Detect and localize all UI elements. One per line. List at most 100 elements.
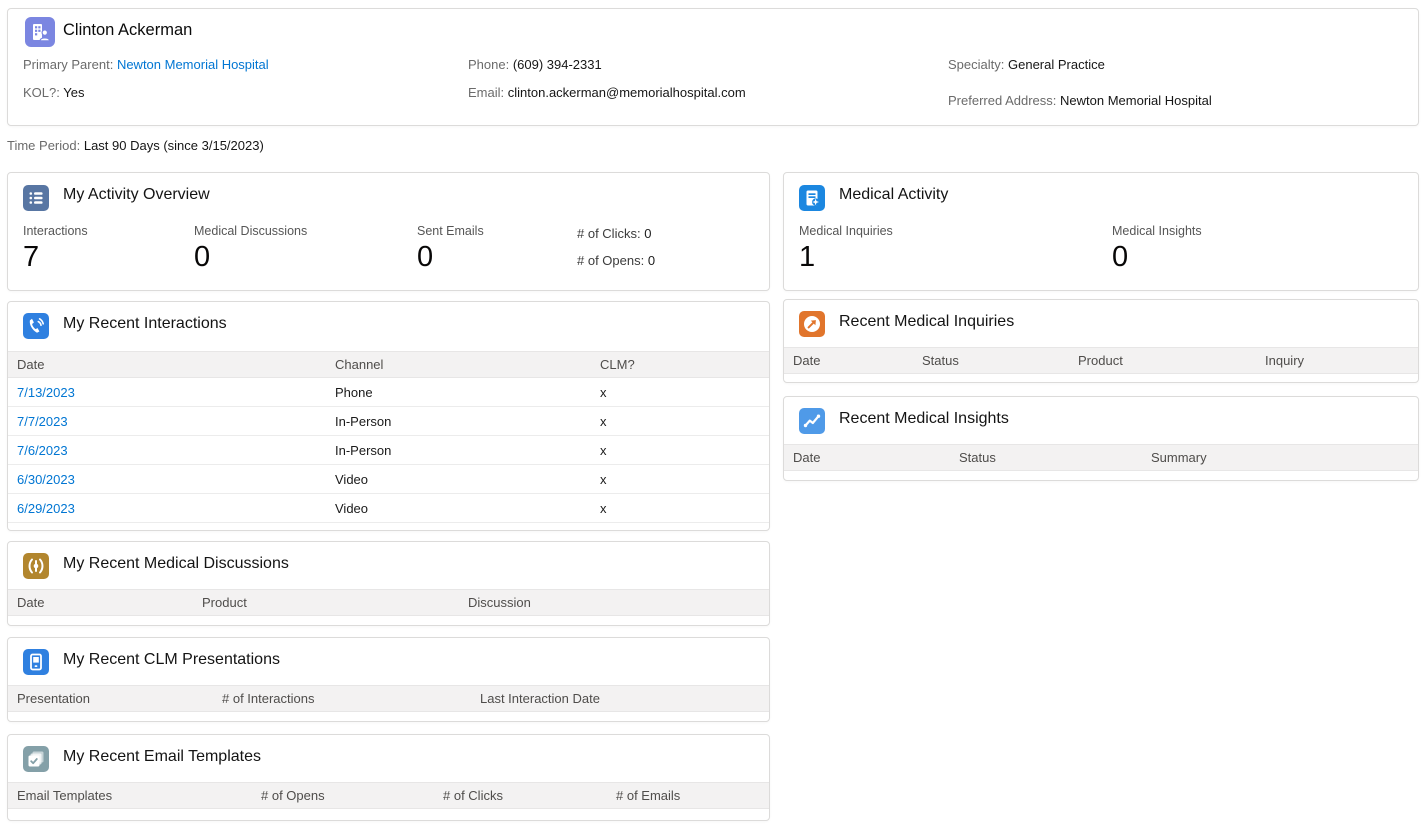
card-title: My Recent Interactions [63, 315, 227, 333]
column-header: Status [950, 445, 1142, 471]
medical-activity-card: Medical Activity Medical Inquiries 1 Med… [783, 172, 1419, 291]
phone-value: (609) 394-2331 [513, 57, 602, 72]
tablet-icon [23, 649, 49, 675]
card-title: Recent Medical Inquiries [839, 313, 1014, 331]
primary-parent-field: Primary Parent: Newton Memorial Hospital [23, 57, 269, 72]
recent-clm-presentations-table: Presentation# of InteractionsLast Intera… [8, 685, 769, 712]
cell: Phone [326, 378, 591, 407]
column-header: Date [8, 590, 193, 616]
column-header: Last Interaction Date [471, 686, 769, 712]
preferred-address-field: Preferred Address: Newton Memorial Hospi… [948, 93, 1212, 108]
table-row: 7/13/2023 Phonex [8, 378, 769, 407]
column-header: # of Emails [607, 783, 769, 809]
column-header: Date [784, 445, 950, 471]
table-row: 7/7/2023In-Personx [8, 407, 769, 436]
column-header: Status [913, 348, 1069, 374]
column-header: Email Templates [8, 783, 252, 809]
time-period: Time Period: Last 90 Days (since 3/15/20… [7, 138, 264, 153]
date-link[interactable]: 6/30/2023 [17, 472, 75, 487]
column-header: Inquiry [1256, 348, 1418, 374]
recent-email-templates-card: My Recent Email Templates Email Template… [7, 734, 770, 821]
kol-field: KOL?: Yes [23, 85, 84, 100]
kol-value: Yes [63, 85, 84, 100]
table-row: 6/30/2023 Videox [8, 465, 769, 494]
card-title: Recent Medical Insights [839, 410, 1009, 428]
column-header: # of Interactions [213, 686, 471, 712]
recent-email-templates-table: Email Templates# of Opens# of Clicks# of… [8, 782, 769, 809]
templates-icon [23, 746, 49, 772]
cell: x [591, 465, 769, 494]
phone-label: Phone: [468, 57, 509, 72]
column-header: Presentation [8, 686, 213, 712]
primary-parent-label: Primary Parent: [23, 57, 113, 72]
cell: 6/30/2023 [8, 465, 326, 494]
recent-medical-discussions-card: My Recent Medical Discussions DateProduc… [7, 541, 770, 626]
recent-interactions-table: DateChannelCLM?7/13/2023Phonex7/7/2023In… [8, 351, 769, 523]
table-row: 7/6/2023In-Personx [8, 436, 769, 465]
email-value: clinton.ackerman@memorialhospital.com [508, 85, 746, 100]
call-icon [23, 313, 49, 339]
cell: x [591, 494, 769, 523]
stat-opens: # of Opens: 0 [577, 253, 655, 268]
contact-icon [25, 17, 55, 47]
email-label: Email: [468, 85, 504, 100]
column-header: Product [193, 590, 459, 616]
cell: 7/7/2023 [8, 407, 326, 436]
list-icon [23, 185, 49, 211]
preferred-address-label: Preferred Address: [948, 93, 1056, 108]
trend-icon [799, 408, 825, 434]
preferred-address-value: Newton Memorial Hospital [1060, 93, 1212, 108]
date-link[interactable]: 7/6/2023 [17, 443, 68, 458]
card-title: My Recent CLM Presentations [63, 651, 280, 669]
specialty-label: Specialty: [948, 57, 1004, 72]
card-title: My Activity Overview [63, 186, 210, 204]
column-header: Product [1069, 348, 1256, 374]
cell: 6/29/2023 [8, 494, 326, 523]
discussion-icon [23, 553, 49, 579]
recent-medical-inquiries-card: Recent Medical Inquiries DateStatusProdu… [783, 299, 1419, 383]
recent-interactions-card: My Recent Interactions DateChannelCLM?7/… [7, 301, 770, 531]
column-header: Discussion [459, 590, 769, 616]
cell: Video [326, 494, 591, 523]
date-link[interactable]: 7/13/2023 [17, 385, 75, 400]
primary-parent-link[interactable]: Newton Memorial Hospital [117, 57, 269, 72]
column-header: Channel [326, 352, 591, 378]
stat-clicks: # of Clicks: 0 [577, 226, 651, 241]
column-header: # of Opens [252, 783, 434, 809]
cell: 7/6/2023 [8, 436, 326, 465]
stat-medical-inquiries: Medical Inquiries 1 [799, 224, 893, 274]
recent-clm-presentations-card: My Recent CLM Presentations Presentation… [7, 637, 770, 722]
date-link[interactable]: 7/7/2023 [17, 414, 68, 429]
time-period-label: Time Period: [7, 138, 80, 153]
activity-overview-card: My Activity Overview Interactions 7 Medi… [7, 172, 770, 291]
column-header: CLM? [591, 352, 769, 378]
cell: Video [326, 465, 591, 494]
column-header: Date [784, 348, 913, 374]
kol-label: KOL?: [23, 85, 60, 100]
cell: x [591, 378, 769, 407]
recent-medical-discussions-table: DateProductDiscussion [8, 589, 769, 616]
card-title: Medical Activity [839, 186, 948, 204]
date-link[interactable]: 6/29/2023 [17, 501, 75, 516]
inquiry-icon [799, 311, 825, 337]
cell: x [591, 436, 769, 465]
cell: 7/13/2023 [8, 378, 326, 407]
phone-field: Phone: (609) 394-2331 [468, 57, 602, 72]
kol-profile-page: Clinton Ackerman Primary Parent: Newton … [0, 0, 1425, 830]
cell: In-Person [326, 407, 591, 436]
stat-medical-discussions: Medical Discussions 0 [194, 224, 307, 274]
contact-header-card: Clinton Ackerman Primary Parent: Newton … [7, 8, 1419, 126]
column-header: Summary [1142, 445, 1418, 471]
table-row: 6/29/2023 Videox [8, 494, 769, 523]
recent-medical-insights-card: Recent Medical Insights DateStatusSummar… [783, 396, 1419, 481]
recent-medical-insights-table: DateStatusSummary [784, 444, 1418, 471]
stat-medical-insights: Medical Insights 0 [1112, 224, 1202, 274]
medical-document-icon [799, 185, 825, 211]
recent-medical-inquiries-table: DateStatusProductInquiry [784, 347, 1418, 374]
column-header: # of Clicks [434, 783, 607, 809]
specialty-field: Specialty: General Practice [948, 57, 1105, 72]
card-title: My Recent Email Templates [63, 748, 261, 766]
card-title: My Recent Medical Discussions [63, 555, 289, 573]
column-header: Date [8, 352, 326, 378]
email-field: Email: clinton.ackerman@memorialhospital… [468, 85, 746, 100]
